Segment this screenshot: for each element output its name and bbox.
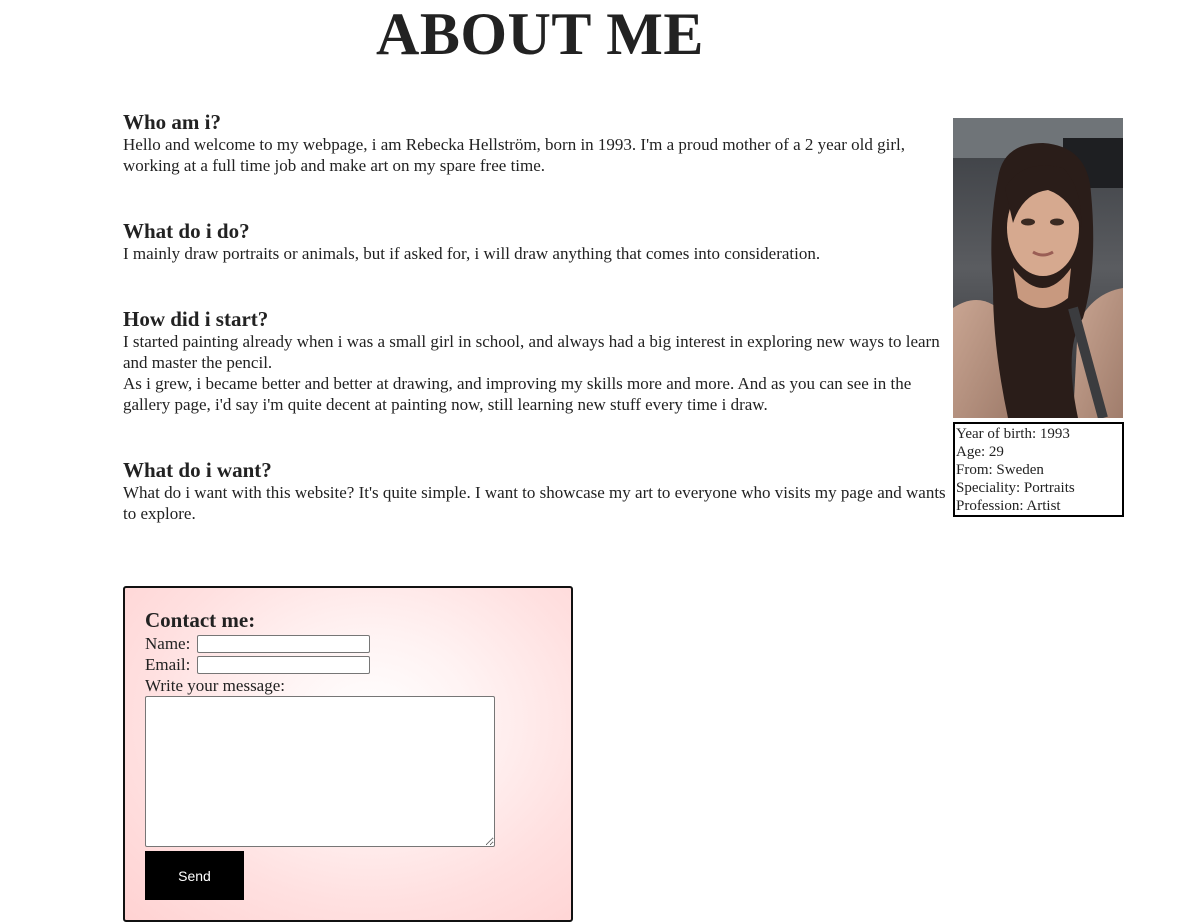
message-field[interactable] bbox=[145, 696, 495, 847]
send-button[interactable]: Send bbox=[145, 851, 244, 900]
section-text: I started painting already when i was a … bbox=[123, 332, 940, 372]
contact-form: Contact me: Name: Email: Write your mess… bbox=[123, 586, 573, 922]
info-year-of-birth: Year of birth: 1993 bbox=[956, 426, 1070, 442]
section-heading: Who am i? bbox=[123, 110, 222, 134]
contact-heading: Contact me: bbox=[145, 608, 256, 632]
message-label: Write your message: bbox=[145, 676, 285, 695]
section-heading: How did i start? bbox=[123, 307, 269, 331]
profile-info-box: Year of birth: 1993 Age: 29 From: Sweden… bbox=[953, 422, 1124, 517]
page-title: ABOUT ME bbox=[376, 1, 704, 67]
section-what-do-i-want: What do i want? What do i want with this… bbox=[123, 458, 953, 524]
email-label: Email: bbox=[145, 655, 191, 674]
email-field[interactable] bbox=[197, 656, 370, 674]
portrait-photo bbox=[953, 118, 1123, 418]
section-text: I mainly draw portraits or animals, but … bbox=[123, 244, 821, 263]
section-text: Hello and welcome to my webpage, i am Re… bbox=[123, 135, 906, 175]
info-age: Age: 29 bbox=[956, 444, 1004, 460]
section-text: What do i want with this website? It's q… bbox=[123, 483, 946, 523]
section-what-do-i-do: What do i do? I mainly draw portraits or… bbox=[123, 219, 953, 264]
section-how-did-i-start: How did i start? I started painting alre… bbox=[123, 307, 953, 415]
section-heading: What do i do? bbox=[123, 219, 250, 243]
name-field[interactable] bbox=[197, 635, 370, 653]
info-profession: Profession: Artist bbox=[956, 498, 1061, 514]
name-label: Name: bbox=[145, 634, 191, 653]
section-heading: What do i want? bbox=[123, 458, 272, 482]
info-speciality: Speciality: Portraits bbox=[956, 480, 1075, 496]
section-who-am-i: Who am i? Hello and welcome to my webpag… bbox=[123, 110, 953, 176]
section-text: As i grew, i became better and better at… bbox=[123, 374, 912, 414]
info-from: From: Sweden bbox=[956, 462, 1044, 478]
